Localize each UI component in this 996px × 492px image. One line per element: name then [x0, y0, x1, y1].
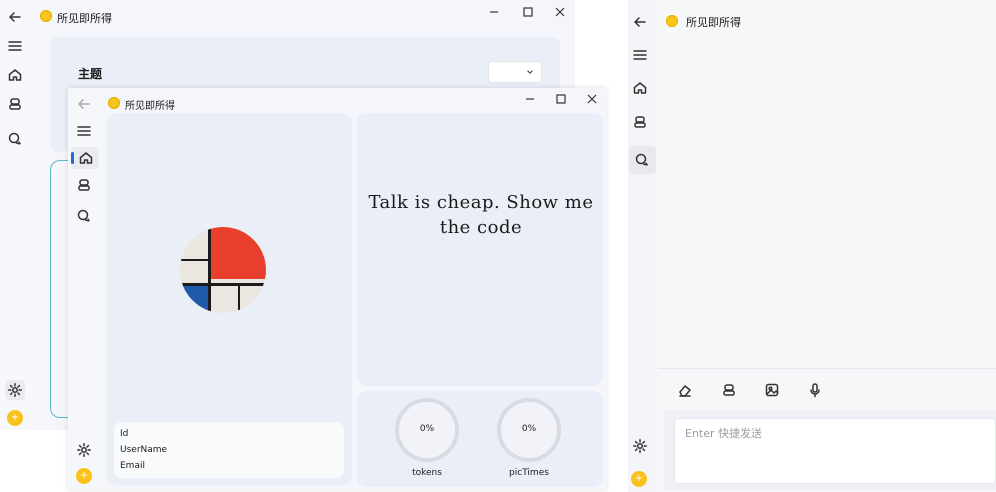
arrow-left-icon [634, 17, 646, 27]
close-button[interactable] [552, 4, 568, 20]
pictimes-label: picTimes [509, 468, 549, 478]
robot-icon [78, 179, 90, 191]
stats-panel [357, 391, 603, 487]
nav-home-active[interactable] [71, 147, 99, 169]
tokens-gauge: 0% [395, 398, 459, 462]
nav-home[interactable] [630, 78, 650, 98]
nav-home[interactable] [5, 65, 25, 85]
chat-icon [635, 153, 649, 166]
pictimes-value: 0% [521, 424, 537, 434]
tokens-label: tokens [412, 468, 442, 478]
arrow-left-icon [78, 99, 90, 109]
app-logo [40, 10, 52, 22]
minimize-button[interactable] [486, 4, 502, 20]
minimize-button[interactable] [522, 91, 538, 107]
theme-label: 主题 [78, 67, 103, 81]
settings-button[interactable] [5, 380, 25, 400]
settings-button[interactable] [74, 440, 94, 460]
user-name-label: UserName [120, 445, 168, 455]
active-indicator [71, 152, 74, 164]
menu-button[interactable] [630, 45, 650, 65]
maximize-icon [556, 94, 566, 104]
hamburger-menu-icon [8, 41, 22, 51]
back-button[interactable] [630, 12, 650, 32]
add-button[interactable]: + [7, 410, 23, 426]
toolbar-divider [658, 368, 996, 369]
robot-icon [723, 384, 735, 396]
sidebar [628, 0, 658, 492]
settings-button[interactable] [630, 436, 650, 456]
mondrian-avatar-image [180, 227, 266, 313]
back-button[interactable] [5, 7, 25, 27]
close-button[interactable] [584, 91, 600, 107]
plus-icon: + [10, 412, 20, 423]
nav-bot[interactable] [5, 94, 25, 114]
nav-bot[interactable] [74, 175, 94, 195]
home-icon [633, 82, 647, 94]
user-email-label: Email [120, 461, 145, 471]
hamburger-menu-icon [633, 50, 647, 60]
theme-dropdown[interactable] [488, 61, 542, 83]
window-title: 所见即所得 [686, 16, 741, 29]
close-icon [555, 7, 565, 17]
minimize-icon [490, 11, 498, 13]
chat-icon [8, 132, 21, 145]
arrow-left-icon [9, 12, 21, 22]
nav-bot[interactable] [630, 112, 650, 132]
voice-input-button[interactable] [805, 380, 825, 400]
maximize-icon [523, 7, 533, 17]
chevron-down-icon [527, 70, 533, 74]
quote-panel [357, 113, 603, 386]
robot-icon [634, 116, 646, 128]
nav-chat-active[interactable] [629, 146, 656, 174]
app-logo [666, 15, 678, 27]
image-upload-button[interactable] [762, 380, 782, 400]
menu-button[interactable] [5, 36, 25, 56]
window-title: 所见即所得 [57, 12, 112, 25]
plus-icon: + [634, 473, 644, 484]
microphone-icon [810, 383, 820, 398]
nav-chat[interactable] [5, 129, 25, 149]
minimize-icon [526, 98, 534, 100]
bot-select-button[interactable] [719, 380, 739, 400]
window-title: 所见即所得 [125, 101, 175, 112]
nav-chat[interactable] [74, 206, 94, 226]
user-id-label: Id [120, 429, 129, 439]
home-window: 所见即所得 + Id UserName Email Talk is cheap.… [68, 88, 606, 490]
pictimes-gauge: 0% [497, 398, 561, 462]
maximize-button[interactable] [520, 4, 536, 20]
chat-window: 所见即所得 + Enter 快捷发送 [628, 0, 996, 492]
gear-icon [633, 439, 647, 453]
robot-icon [9, 98, 21, 110]
clear-button[interactable] [675, 380, 695, 400]
home-icon [8, 69, 22, 81]
gear-icon [77, 443, 91, 457]
maximize-button[interactable] [553, 91, 569, 107]
add-button[interactable]: + [76, 468, 92, 484]
gear-icon [8, 383, 22, 397]
tokens-value: 0% [419, 424, 435, 434]
home-icon [79, 152, 93, 164]
message-input-placeholder: Enter 快捷发送 [685, 427, 763, 440]
app-logo [108, 97, 120, 109]
chat-icon [77, 209, 90, 222]
plus-icon: + [79, 470, 89, 481]
eraser-icon [679, 385, 691, 397]
back-button[interactable] [74, 94, 94, 114]
image-icon [765, 383, 779, 397]
add-button[interactable]: + [631, 471, 647, 487]
message-input[interactable]: Enter 快捷发送 [674, 418, 996, 484]
close-icon [587, 94, 597, 104]
quote-text: Talk is cheap. Show me the code [368, 192, 594, 238]
user-info-card: Id UserName Email [114, 422, 344, 478]
avatar[interactable] [180, 227, 266, 313]
menu-button[interactable] [74, 121, 94, 141]
hamburger-menu-icon [77, 126, 91, 136]
